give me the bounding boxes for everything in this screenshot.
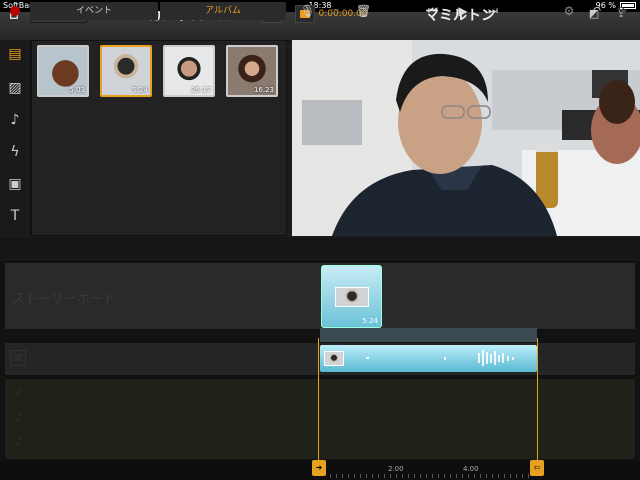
voiceover-button[interactable]: 🎙 bbox=[300, 3, 316, 19]
audio-tracks[interactable]: ♪ ♪ ♪ bbox=[4, 378, 636, 460]
thumbnail-duration: 5.03 bbox=[69, 86, 85, 94]
undo-button[interactable]: ↶ bbox=[588, 3, 604, 19]
video-media-icon[interactable]: ▤ bbox=[5, 44, 25, 64]
music-media-icon[interactable]: ♪ bbox=[5, 110, 25, 130]
text-media-icon[interactable]: T bbox=[5, 206, 25, 226]
preview-frame bbox=[292, 40, 640, 236]
clip-thumbnail bbox=[335, 287, 369, 307]
play-icon: ▶ bbox=[458, 4, 468, 18]
audio-waveform bbox=[366, 350, 514, 366]
media-browser: 5.03 5.24 25.17 16.23 bbox=[31, 40, 287, 236]
storyboard-label: ストーリーボード bbox=[12, 292, 117, 307]
music-icon: ♪ bbox=[15, 387, 22, 398]
effects-media-icon[interactable]: ϟ bbox=[5, 142, 25, 162]
music-icon: ♪ bbox=[15, 413, 22, 424]
media-thumbnail[interactable]: 25.17 bbox=[163, 45, 215, 97]
thumbnail-duration: 25.17 bbox=[190, 86, 211, 94]
trash-icon: 🗑 bbox=[356, 4, 372, 18]
skip-back-button[interactable]: ⏮ bbox=[424, 3, 442, 19]
skip-back-icon: ⏮ bbox=[428, 4, 438, 17]
redo-icon: ↷ bbox=[616, 4, 628, 18]
video-track-icon: ▦ bbox=[10, 350, 26, 366]
video-clip[interactable] bbox=[320, 345, 537, 372]
record-button[interactable] bbox=[10, 6, 20, 16]
trim-line-end bbox=[537, 338, 538, 460]
media-thumbnail[interactable]: 5.24 bbox=[100, 45, 152, 97]
titles-media-icon[interactable]: ▣ bbox=[5, 174, 25, 194]
gear-icon: ⚙ bbox=[563, 4, 575, 18]
arrow-right-icon: ➜ bbox=[315, 463, 323, 472]
ruler-ticks bbox=[330, 474, 530, 478]
skip-forward-button[interactable]: ⏭ bbox=[484, 3, 502, 19]
tab-album[interactable]: アルバム bbox=[160, 2, 286, 20]
browser-tabs-bar bbox=[0, 237, 640, 259]
tab-event[interactable]: イベント bbox=[30, 2, 158, 20]
delete-button[interactable]: 🗑 bbox=[356, 3, 372, 19]
trim-handle-end[interactable]: ⇦ bbox=[530, 460, 544, 476]
ruler-label: 2.00 bbox=[388, 465, 404, 473]
ruler-label: 4.00 bbox=[463, 465, 479, 473]
clip-connector bbox=[320, 328, 537, 342]
storyboard-clip[interactable]: 5.24 bbox=[321, 265, 382, 328]
media-type-sidebar: ▤ ▨ ♪ ϟ ▣ T bbox=[0, 40, 31, 236]
thumbnail-duration: 5.24 bbox=[132, 86, 148, 94]
skip-forward-icon: ⏭ bbox=[488, 4, 498, 17]
media-thumbnail[interactable]: 16.23 bbox=[226, 45, 278, 97]
microphone-icon: 🎙 bbox=[300, 4, 316, 18]
redo-button[interactable]: ↷ bbox=[614, 3, 630, 19]
arrow-left-icon: ⇦ bbox=[533, 463, 541, 472]
thumbnail-duration: 16.23 bbox=[253, 86, 274, 94]
waveform-icon: ▭ bbox=[330, 6, 340, 16]
clip-duration: 5.24 bbox=[362, 317, 378, 325]
trim-line-start bbox=[318, 338, 319, 460]
gear-button[interactable]: ⚙ bbox=[560, 3, 578, 19]
undo-icon: ↶ bbox=[590, 4, 602, 18]
media-thumbnail[interactable]: 5.03 bbox=[37, 45, 89, 97]
trim-handle-start[interactable]: ➜ bbox=[312, 460, 326, 476]
play-button[interactable]: ▶ bbox=[454, 3, 472, 19]
video-preview[interactable] bbox=[292, 40, 640, 236]
sound-effects-button[interactable]: ▭ bbox=[326, 3, 344, 19]
music-icon: ♪ bbox=[15, 437, 22, 448]
photo-media-icon[interactable]: ▨ bbox=[5, 78, 25, 98]
